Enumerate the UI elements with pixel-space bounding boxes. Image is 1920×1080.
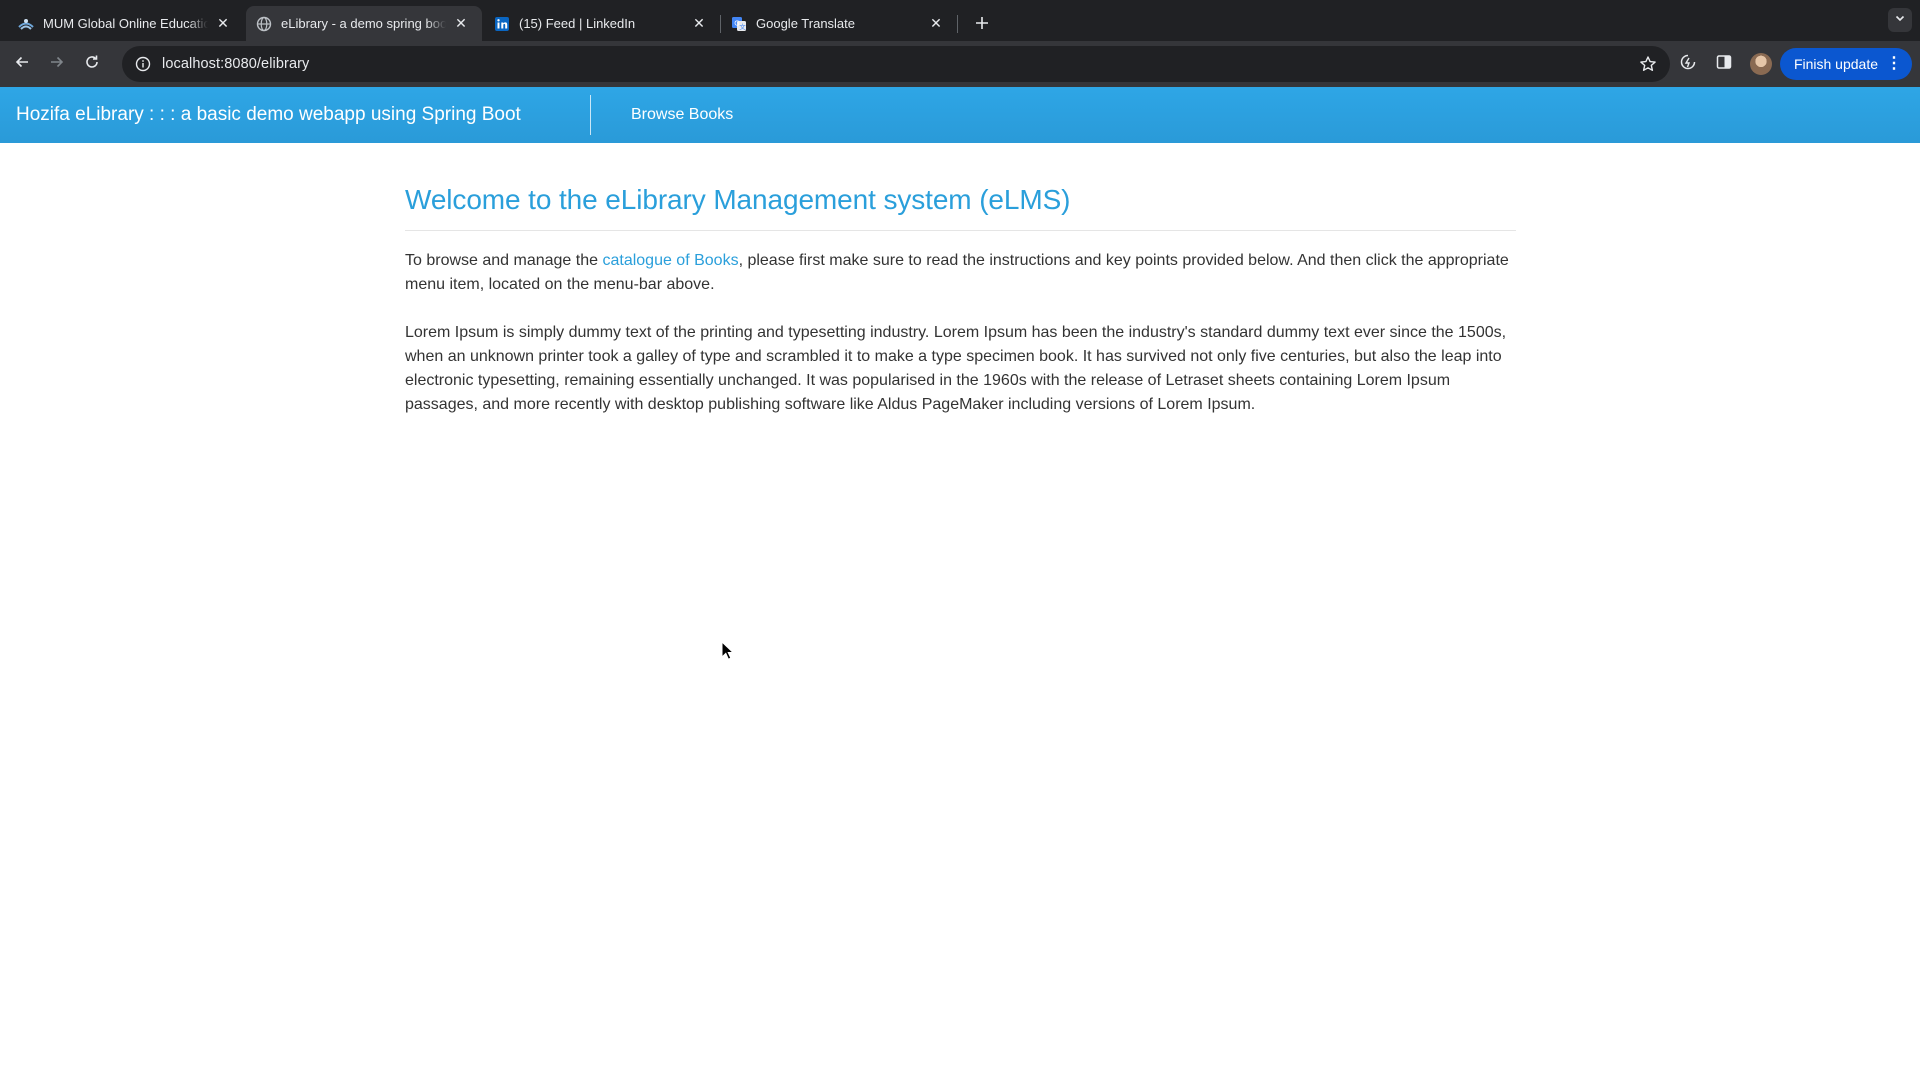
browser-tab-elibrary[interactable]: eLibrary - a demo spring boot ✕ xyxy=(246,6,482,41)
tab-title: MUM Global Online Education xyxy=(43,16,208,31)
tab-title: eLibrary - a demo spring boot xyxy=(281,16,446,31)
tab-search-button[interactable] xyxy=(1888,8,1912,32)
browser-tab-mum[interactable]: MUM Global Online Education ✕ xyxy=(8,6,244,41)
close-icon[interactable]: ✕ xyxy=(690,15,708,33)
address-url[interactable]: localhost:8080/elibrary xyxy=(162,56,309,72)
tab-separator xyxy=(957,14,958,33)
chevron-down-icon xyxy=(1894,11,1906,29)
intro-text-before: To browse and manage the xyxy=(405,252,603,269)
browser-tab-translate[interactable]: G文 Google Translate ✕ xyxy=(721,6,957,41)
intro-paragraph: To browse and manage the catalogue of Bo… xyxy=(405,249,1516,297)
reload-icon xyxy=(84,54,100,75)
site-info-icon[interactable] xyxy=(134,55,152,73)
navbar-divider xyxy=(590,95,591,135)
address-bar[interactable]: localhost:8080/elibrary xyxy=(122,46,1670,82)
mum-logo-icon xyxy=(18,16,34,32)
arrow-left-icon xyxy=(14,54,30,75)
more-vert-icon: ⋮ xyxy=(1886,55,1902,72)
catalogue-link[interactable]: catalogue of Books xyxy=(602,252,738,269)
app-navbar: Hozifa eLibrary : : : a basic demo webap… xyxy=(0,87,1920,143)
tab-title: (15) Feed | LinkedIn xyxy=(519,16,636,31)
browser-tab-linkedin[interactable]: (15) Feed | LinkedIn ✕ xyxy=(484,6,720,41)
lorem-paragraph: Lorem Ipsum is simply dummy text of the … xyxy=(405,324,1507,413)
new-tab-button[interactable] xyxy=(968,9,996,37)
linkedin-icon xyxy=(494,16,510,32)
nav-browse-books[interactable]: Browse Books xyxy=(631,106,733,124)
side-panel-icon xyxy=(1715,53,1733,76)
finish-update-label: Finish update xyxy=(1793,56,1878,72)
browser-tab-strip: MUM Global Online Education ✕ eLibrary -… xyxy=(0,0,1920,41)
close-icon[interactable]: ✕ xyxy=(452,15,470,33)
forward-button[interactable] xyxy=(41,48,73,80)
back-button[interactable] xyxy=(6,48,38,80)
finish-update-button[interactable]: Finish update ⋮ xyxy=(1779,48,1912,80)
reload-button[interactable] xyxy=(76,48,108,80)
svg-text:文: 文 xyxy=(739,22,746,31)
page-title: Welcome to the eLibrary Management syste… xyxy=(405,184,1516,231)
google-translate-icon: G文 xyxy=(731,16,747,32)
tab-title: Google Translate xyxy=(756,16,856,31)
browser-toolbar: localhost:8080/elibrary Finish update ⋮ xyxy=(0,41,1920,87)
globe-icon xyxy=(256,16,272,32)
main-content: Welcome to the eLibrary Management syste… xyxy=(405,143,1516,417)
bookmark-star-icon[interactable] xyxy=(1638,54,1658,74)
side-panel-button[interactable] xyxy=(1708,48,1740,80)
profile-avatar[interactable] xyxy=(1749,53,1772,75)
close-icon[interactable]: ✕ xyxy=(214,15,232,33)
extension-button[interactable] xyxy=(1672,48,1704,80)
close-icon[interactable]: ✕ xyxy=(927,15,945,33)
toolbar-right-actions: Finish update ⋮ xyxy=(1672,41,1920,87)
mouse-cursor-icon xyxy=(721,641,735,660)
performance-icon xyxy=(1679,53,1697,76)
arrow-right-icon xyxy=(49,54,65,75)
app-brand[interactable]: Hozifa eLibrary : : : a basic demo webap… xyxy=(0,104,590,126)
